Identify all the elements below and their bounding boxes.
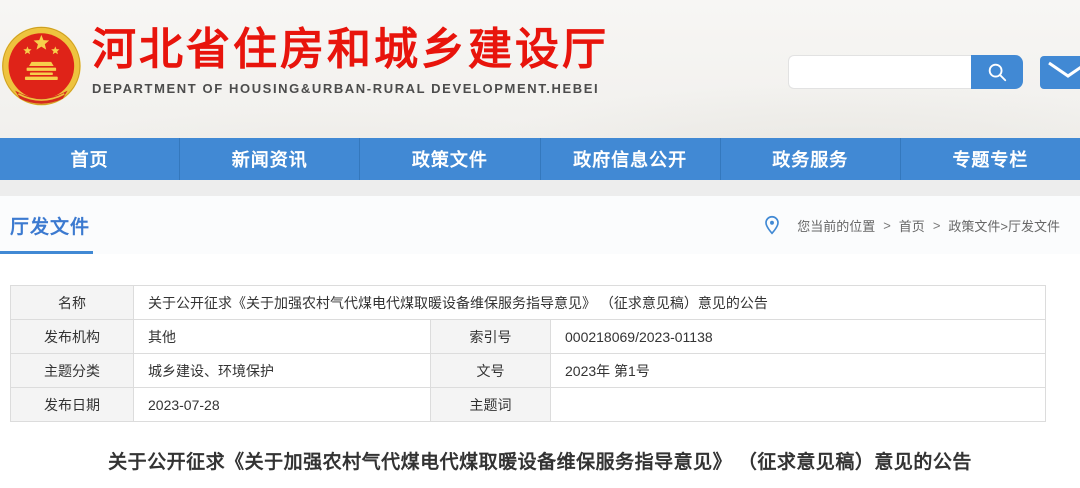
nav-item-news[interactable]: 新闻资讯 <box>180 138 360 180</box>
search-input[interactable] <box>788 55 971 89</box>
site-header: 河北省住房和城乡建设厅 DEPARTMENT OF HOUSING&URBAN-… <box>0 0 1080 138</box>
name-value: 关于公开征求《关于加强农村气代煤电代煤取暖设备维保服务指导意见》 （征求意见稿）… <box>134 286 1046 320</box>
magnifier-icon <box>986 61 1008 83</box>
site-title: 河北省住房和城乡建设厅 <box>92 26 609 74</box>
search-bar <box>788 55 1023 89</box>
index-label: 索引号 <box>431 320 551 354</box>
location-pin-icon <box>763 215 781 235</box>
nav-item-special[interactable]: 专题专栏 <box>901 138 1080 180</box>
nav-item-services[interactable]: 政务服务 <box>721 138 901 180</box>
nav-item-gov-info[interactable]: 政府信息公开 <box>541 138 721 180</box>
date-value: 2023-07-28 <box>134 388 431 422</box>
article-title: 关于公开征求《关于加强农村气代煤电代煤取暖设备维保服务指导意见》 （征求意见稿）… <box>0 447 1080 474</box>
date-label: 发布日期 <box>11 388 134 422</box>
breadcrumb-separator: > <box>883 218 891 233</box>
mail-button[interactable] <box>1040 56 1080 89</box>
content-area: 名称 关于公开征求《关于加强农村气代煤电代煤取暖设备维保服务指导意见》 （征求意… <box>0 254 1080 488</box>
keyword-label: 主题词 <box>431 388 551 422</box>
breadcrumb-bar: 厅发文件 您当前的位置 > 首页 > 政策文件>厅发文件 <box>0 196 1080 254</box>
nav-item-policy[interactable]: 政策文件 <box>360 138 540 180</box>
agency-value: 其他 <box>134 320 431 354</box>
main-nav: 首页 新闻资讯 政策文件 政府信息公开 政务服务 专题专栏 <box>0 138 1080 180</box>
envelope-icon <box>1046 59 1080 86</box>
table-row: 发布日期 2023-07-28 主题词 <box>11 388 1046 422</box>
agency-label: 发布机构 <box>11 320 134 354</box>
breadcrumb-home-link[interactable]: 首页 <box>899 216 925 235</box>
section-title-tab[interactable]: 厅发文件 <box>10 212 90 239</box>
keyword-value <box>551 388 1046 422</box>
index-value: 000218069/2023-01138 <box>551 320 1046 354</box>
docnum-label: 文号 <box>431 354 551 388</box>
china-national-emblem-icon <box>2 18 84 114</box>
breadcrumb-separator: > <box>933 218 941 233</box>
docnum-value: 2023年 第1号 <box>551 354 1046 388</box>
site-subtitle: DEPARTMENT OF HOUSING&URBAN-RURAL DEVELO… <box>92 81 609 96</box>
document-meta-table: 名称 关于公开征求《关于加强农村气代煤电代煤取暖设备维保服务指导意见》 （征求意… <box>10 285 1046 422</box>
table-row: 名称 关于公开征求《关于加强农村气代煤电代煤取暖设备维保服务指导意见》 （征求意… <box>11 286 1046 320</box>
search-button[interactable] <box>971 55 1023 89</box>
table-row: 主题分类 城乡建设、环境保护 文号 2023年 第1号 <box>11 354 1046 388</box>
breadcrumb: 您当前的位置 > 首页 > 政策文件>厅发文件 <box>763 196 1060 254</box>
name-label: 名称 <box>11 286 134 320</box>
nav-item-home[interactable]: 首页 <box>0 138 180 180</box>
topic-value: 城乡建设、环境保护 <box>134 354 431 388</box>
breadcrumb-policy-link[interactable]: 政策文件>厅发文件 <box>948 216 1060 235</box>
table-row: 发布机构 其他 索引号 000218069/2023-01138 <box>11 320 1046 354</box>
breadcrumb-location-label: 您当前的位置 <box>797 216 875 235</box>
topic-label: 主题分类 <box>11 354 134 388</box>
